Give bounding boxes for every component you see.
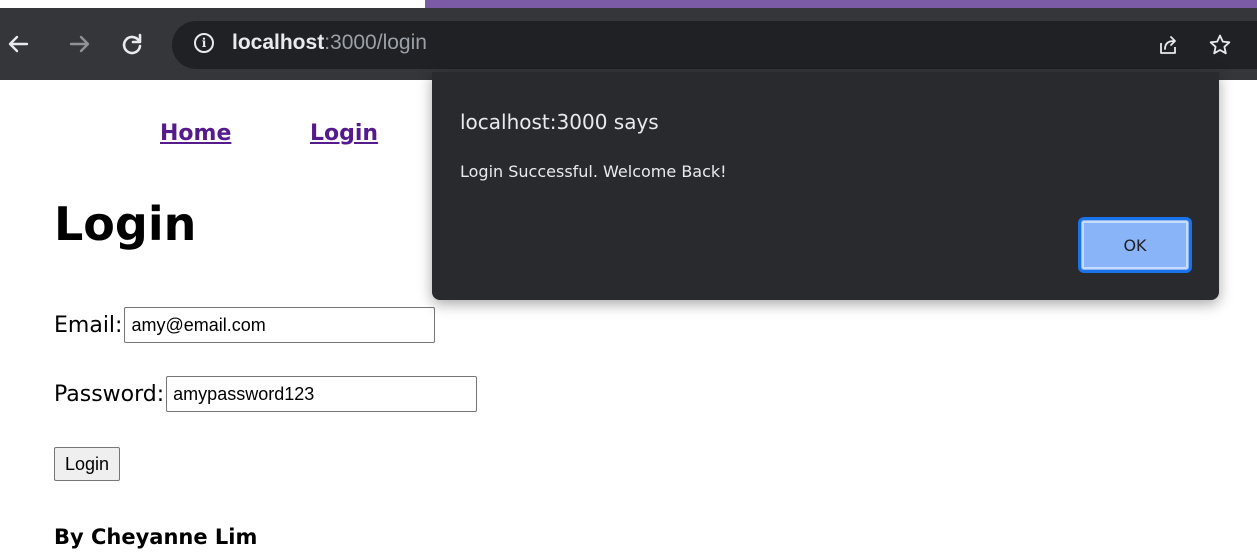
bookmark-star-icon [1209,34,1231,55]
email-label: Email: [54,312,123,338]
reload-icon [122,33,142,55]
email-field[interactable] [124,307,436,343]
forward-arrow-icon [69,35,90,53]
alert-dialog: localhost:3000 says Login Successful. We… [432,72,1219,300]
dialog-title: localhost:3000 says [460,110,659,134]
share-button[interactable] [1154,31,1182,59]
password-label: Password: [54,381,165,407]
reload-button[interactable] [112,8,152,80]
url-path: :3000/login [324,31,427,54]
author-byline: By Cheyanne Lim [54,525,258,549]
email-row: Email: [54,307,436,343]
dialog-message: Login Successful. Welcome Back! [460,162,727,181]
bookmark-button[interactable] [1206,31,1234,59]
nav-link-login[interactable]: Login [310,121,378,146]
info-icon[interactable]: i [194,33,214,53]
forward-button[interactable] [60,8,100,80]
ok-button[interactable]: OK [1078,217,1192,273]
share-icon [1160,36,1176,54]
page-title: Login [54,197,197,251]
password-field[interactable] [166,376,478,412]
nav-link-home[interactable]: Home [160,121,231,146]
back-arrow-icon [8,35,29,53]
password-row: Password: [54,376,478,412]
url-host: localhost [232,31,325,54]
url-text[interactable]: localhost:3000/login [232,31,427,55]
login-submit-button[interactable]: Login [54,447,121,481]
back-button[interactable] [0,8,38,80]
